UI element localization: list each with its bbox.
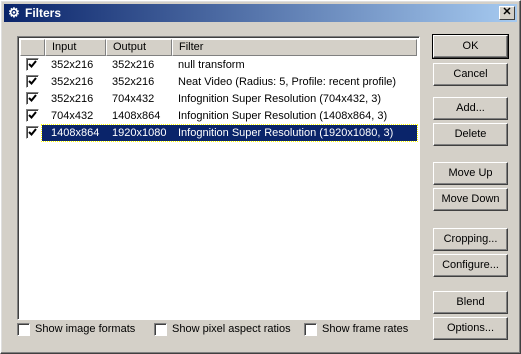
column-header-check[interactable] <box>20 39 45 56</box>
cell-output: 352x216 <box>112 76 155 88</box>
configure-button[interactable]: Configure... <box>433 254 508 277</box>
add-button[interactable]: Add... <box>433 97 508 120</box>
row-enable-checkbox[interactable] <box>26 109 39 122</box>
checkbox-label: Show frame rates <box>322 323 409 335</box>
delete-button[interactable]: Delete <box>433 123 508 146</box>
column-header-input[interactable]: Input <box>45 39 106 56</box>
blend-button[interactable]: Blend <box>433 291 508 314</box>
cropping-button[interactable]: Cropping... <box>433 228 508 251</box>
cell-filter: null transform <box>178 59 245 71</box>
move-up-button[interactable]: Move Up <box>433 162 508 185</box>
checkbox-label: Show image formats <box>35 323 136 335</box>
cell-input: 1408x864 <box>51 127 100 139</box>
cell-input: 352x216 <box>51 59 94 71</box>
filters-gear-icon: ⚙ <box>8 5 20 20</box>
row-enable-checkbox[interactable] <box>26 75 39 88</box>
table-row[interactable]: 1408x864 1920x1080 Infognition Super Resol… <box>20 124 418 142</box>
table-row[interactable]: 352x216 352x216 Neat Video (Radius: 5, Pro… <box>20 74 417 90</box>
cell-filter: Neat Video (Radius: 5, Profile: recent p… <box>178 76 397 88</box>
cell-input: 704x432 <box>51 110 94 122</box>
table-row[interactable]: 704x432 1408x864 Infognition Super Resolut… <box>20 108 417 124</box>
checkbox-box[interactable] <box>304 323 317 336</box>
column-header-filter[interactable]: Filter <box>172 39 417 56</box>
options-button[interactable]: Options... <box>433 317 508 340</box>
cell-filter: Infognition Super Resolution (704x432, 3… <box>178 93 382 105</box>
row-enable-checkbox[interactable] <box>26 92 39 105</box>
table-row[interactable]: 352x216 704x432 Infognition Super Resoluti… <box>20 91 417 107</box>
window-title: Filters <box>25 6 62 20</box>
title-bar[interactable]: ⚙ Filters ✕ <box>4 4 517 22</box>
cancel-button[interactable]: Cancel <box>433 63 508 86</box>
ok-button[interactable]: OK <box>432 34 509 59</box>
checkbox-box[interactable] <box>17 323 30 336</box>
list-header: Input Output Filter <box>20 39 417 56</box>
cell-output: 352x216 <box>112 59 155 71</box>
cell-output: 704x432 <box>112 93 155 105</box>
cell-filter: Infognition Super Resolution (1408x864, … <box>178 110 388 122</box>
cell-output: 1408x864 <box>112 110 161 122</box>
cell-input: 352x216 <box>51 76 94 88</box>
filter-list[interactable]: Input Output Filter 352x216 352x216 null t… <box>17 36 420 320</box>
cell-input: 352x216 <box>51 93 94 105</box>
close-button[interactable]: ✕ <box>499 6 515 20</box>
table-row[interactable]: 352x216 352x216 null transform <box>20 57 417 73</box>
checkbox-box[interactable] <box>154 323 167 336</box>
cell-filter: Infognition Super Resolution (1920x1080,… <box>178 127 394 139</box>
row-enable-checkbox[interactable] <box>26 126 39 139</box>
move-down-button[interactable]: Move Down <box>433 188 508 211</box>
checkbox-label: Show pixel aspect ratios <box>172 323 291 335</box>
cell-output: 1920x1080 <box>112 127 167 139</box>
close-icon: ✕ <box>502 6 512 18</box>
column-header-output[interactable]: Output <box>106 39 172 56</box>
filters-dialog: ⚙ Filters ✕ Input Output Filter 352x216 3… <box>0 0 521 354</box>
row-enable-checkbox[interactable] <box>26 58 39 71</box>
